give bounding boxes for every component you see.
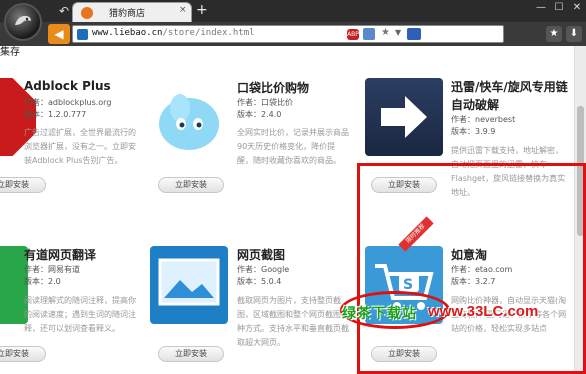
xunlei-icon[interactable] [365,78,443,156]
address-bar[interactable]: www.liebao.cn/store/index.html ABP ★ ▼ [72,25,504,43]
card-author: 作者：neverbest [451,115,516,124]
arrow-right-icon [381,96,427,138]
new-tab-button[interactable]: + [196,3,208,17]
url-host: www.liebao.cn [92,28,163,38]
liebao-tab-icon [81,7,93,19]
card-title[interactable]: 口袋比价购物 [237,79,309,96]
maximize-button[interactable]: ☐ [550,1,568,15]
card-author: 作者：口袋比价 [237,98,293,107]
card-version: 版本：5.0.4 [237,277,282,286]
tab-store[interactable]: 猎豹商店 × [72,2,192,22]
card-description: 阅读理解式的随词注释，提高你的阅读速度；遇到生词的随词注释，还可以划词查看释义。 [24,296,136,333]
adblock-icon[interactable]: ABP [347,29,359,40]
card-version: 版本：3.9.9 [451,127,496,136]
photo-frame-icon [158,258,220,306]
address-text: www.liebao.cn/store/index.html [92,28,255,38]
browser-window: ↶ 猎豹商店 × + — ☐ ✕ ◀ www.liebao.cn/store/i… [0,0,586,374]
screenshot-icon[interactable] [150,246,228,324]
watermark-site-name: 绿茶下载站 [342,306,417,322]
install-button[interactable]: 立即安装 [158,346,224,362]
card-version: 版本：1.2.0.777 [24,110,87,119]
url-path: /store/index.html [162,28,255,38]
cheetah-icon [15,15,31,25]
tab-close-icon[interactable]: × [179,5,187,15]
koudai-mascot-icon[interactable] [150,78,228,156]
page-icon [77,29,88,40]
card-author: 作者：adblockplus.org [24,98,112,107]
tab-title: 猎豹商店 [109,9,146,19]
card-author: 作者：Google [237,265,290,274]
card-description: 全网实时比价，记录并展示商品90天历史价格变化，降价提醒，随时收藏你喜欢的商品。 [237,128,349,165]
highlight-annotation-box [357,163,586,374]
card-title[interactable]: Adblock Plus [24,79,111,93]
minimize-button[interactable]: — [532,1,550,15]
card-title[interactable]: 有道网页翻译 [24,246,96,263]
watermark-url: www.33LC.com [428,303,539,320]
bookmark-star-icon[interactable]: ★ [381,27,390,38]
card-title[interactable]: 迅雷/快车/旋风专用链自动破解 [451,79,569,95]
favorites-button[interactable]: ★ [546,26,562,42]
install-button[interactable]: 立即安装 [158,177,224,193]
liebao-logo-icon[interactable] [4,3,42,41]
card-title-line2: 自动破解 [451,98,500,112]
section-heading: 集存 [0,47,20,58]
undo-icon[interactable]: ↶ [56,4,72,18]
card-version: 版本：2.0 [24,277,61,286]
download-button[interactable]: ⬇ [566,26,582,42]
card-title[interactable]: 网页截图 [237,246,285,263]
close-window-button[interactable]: ✕ [568,1,586,15]
baidu-search-icon[interactable] [407,28,421,40]
card-version: 版本：2.4.0 [237,110,282,119]
card-description: 截取网页为图片，支持整页截图，区域截图和整个网页截图三种方式。支持水平和垂直截页… [237,296,349,347]
translate-icon[interactable] [363,28,375,40]
blob-mascot-icon [159,94,219,150]
toolbar: ◀ www.liebao.cn/store/index.html ABP ★ ▼… [0,22,586,46]
card-author: 作者：网易有道 [24,265,80,274]
dropdown-caret-icon[interactable]: ▼ [395,28,401,37]
install-button[interactable]: 立即安装 [0,346,46,362]
title-bar: ↶ 猎豹商店 × + — ☐ ✕ [0,0,586,22]
install-button[interactable]: 立即安装 [0,177,46,193]
card-description: 广告过滤扩展，全世界最流行的浏览器扩展，没有之一。立即安装Adblock Plu… [24,128,136,165]
back-button[interactable]: ◀ [48,24,70,44]
